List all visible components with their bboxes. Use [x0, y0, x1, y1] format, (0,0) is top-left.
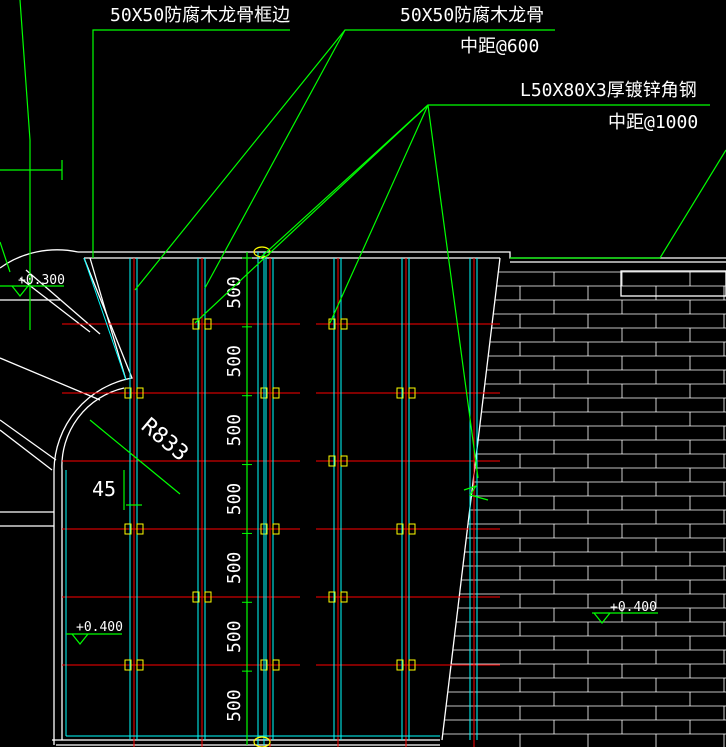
spacing-dimension: 500 — [224, 552, 245, 585]
deck-framing-plan: 500500500500500500500 50X50防腐木龙骨框边 50X50… — [0, 0, 726, 747]
level-right: +0.400 — [610, 600, 657, 615]
angle-dimension: 45 — [92, 477, 116, 501]
brick-wall-hatch — [442, 271, 726, 747]
spacing-dimension: 500 — [224, 483, 245, 516]
angle-steel-spacing: 中距@1000 — [608, 112, 698, 133]
joist-spacing: 中距@600 — [460, 36, 539, 57]
spacing-dimension: 500 — [224, 345, 245, 378]
frame-edge — [83, 257, 127, 381]
dimension-chain: 500500500500500500500 — [224, 246, 271, 747]
angle-steel-grid — [62, 323, 500, 666]
cad-drawing-canvas: 500 500 500 500 500 500 500 50X50防腐木龙骨框边… — [0, 0, 726, 747]
radius-dimension: R833 — [136, 413, 193, 466]
wood-joists — [65, 257, 478, 747]
spacing-dimension: 500 — [224, 620, 245, 653]
joist-label: 50X50防腐木龙骨 — [400, 5, 544, 26]
angle-steel-label: L50X80X3厚镀锌角钢 — [520, 80, 697, 101]
level-upper-left: +0.300 — [18, 273, 65, 288]
spacing-dimension: 500 — [224, 689, 245, 722]
level-lower-left: +0.400 — [76, 620, 123, 635]
spacing-dimension: 500 — [224, 414, 245, 447]
level-triangle-icon — [71, 633, 89, 645]
frame-label: 50X50防腐木龙骨框边 — [110, 5, 290, 26]
level-triangle-icon — [593, 612, 611, 624]
